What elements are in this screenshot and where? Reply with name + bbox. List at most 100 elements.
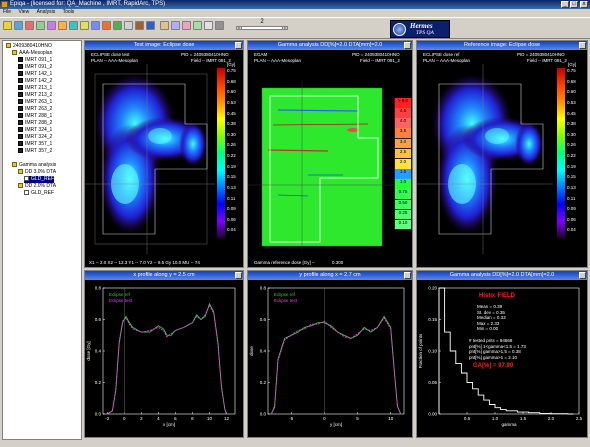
panel-menu-button[interactable] bbox=[404, 42, 411, 49]
panel-menu-button[interactable] bbox=[404, 272, 411, 279]
open-icon[interactable] bbox=[3, 21, 12, 30]
x-tick-label: 5 bbox=[356, 416, 359, 421]
info-icon[interactable] bbox=[204, 21, 213, 30]
menu-analysis[interactable]: Analysis bbox=[34, 9, 59, 16]
gamma-histogram-view[interactable]: 0.20 0.15 0.10 0.05 0.00 0.5 1.0 1.5 2.0 2.5 gamma… bbox=[417, 280, 587, 437]
reference-image-panel: Reference image: Eclipse dose ECLIPSE do… bbox=[416, 40, 588, 268]
tree-beam[interactable]: IMRT 357_2 bbox=[18, 148, 52, 155]
y-tick-label: 0.0 bbox=[260, 412, 267, 417]
y-axis-label: Fraction of points bbox=[418, 333, 423, 368]
scale-label: 1.5 bbox=[395, 169, 411, 179]
tree-beam[interactable]: IMRT 357_1 bbox=[18, 141, 52, 148]
gamma-map bbox=[248, 80, 398, 250]
tree-plan[interactable]: AAA-Mesoplan bbox=[12, 50, 52, 57]
x-tick-label: 1.5 bbox=[520, 416, 527, 421]
tree-beam[interactable]: IMRT 324_1 bbox=[18, 127, 52, 134]
test-colorbar bbox=[217, 68, 225, 238]
panel-menu-button[interactable] bbox=[579, 272, 586, 279]
compare-icon[interactable] bbox=[47, 21, 56, 30]
beam-icon bbox=[18, 141, 23, 147]
tree-beam[interactable]: IMRT 091_1 bbox=[18, 57, 52, 64]
tree-beam[interactable]: IMRT 142_1 bbox=[18, 71, 52, 78]
tree-beam[interactable]: IMRT 142_2 bbox=[18, 78, 52, 85]
save-icon[interactable] bbox=[14, 21, 23, 30]
x-profile-title: x profile along y = 2.5 cm bbox=[85, 271, 243, 280]
x-tick-label: 8 bbox=[191, 416, 194, 421]
tree-analysis[interactable]: Gamma analysis bbox=[12, 162, 56, 169]
y-profile-title: y profile along x = 2.7 cm bbox=[248, 271, 412, 280]
histo-pass-rate: GA[%] = 97.90 bbox=[473, 363, 514, 369]
reference-image-view[interactable]: ECLIPSE dose ref PID = 2409380410HNO PLA… bbox=[417, 50, 587, 267]
tree-beam[interactable]: IMRT 324_2 bbox=[18, 134, 52, 141]
maximize-button[interactable]: □ bbox=[570, 1, 578, 8]
x-tick-label: 12 bbox=[224, 416, 230, 421]
report-icon[interactable] bbox=[102, 21, 111, 30]
tree-dd2[interactable]: DD 2.0% DTA bbox=[18, 183, 56, 190]
menu-file[interactable]: File bbox=[0, 9, 14, 16]
histogram-icon[interactable] bbox=[80, 21, 89, 30]
x-tick-label: -2 bbox=[105, 416, 109, 421]
minimize-button[interactable]: _ bbox=[561, 1, 569, 8]
tree-beam[interactable]: IMRT 091_2 bbox=[18, 64, 52, 71]
scale-label: 2.5 bbox=[395, 148, 411, 159]
gamma-icon[interactable] bbox=[58, 21, 67, 30]
close-button[interactable]: x bbox=[580, 1, 588, 8]
histo-test-stat: # tested pnts = 94668 bbox=[469, 338, 513, 343]
scale-label: 0.68 bbox=[227, 78, 236, 84]
tree-beam[interactable]: IMRT 288_2 bbox=[18, 120, 52, 127]
tree-beam[interactable]: IMRT 288_1 bbox=[18, 113, 52, 120]
menu-tools[interactable]: Tools bbox=[60, 9, 78, 16]
exit-icon[interactable] bbox=[215, 21, 224, 30]
x-tick-label: 0 bbox=[323, 416, 326, 421]
page-prev-button[interactable]: < bbox=[236, 26, 242, 30]
beam-icon bbox=[18, 106, 23, 112]
tree-beam[interactable]: IMRT 213_1 bbox=[18, 85, 52, 92]
panel-menu-button[interactable] bbox=[235, 42, 242, 49]
calc-icon[interactable] bbox=[113, 21, 122, 30]
x-tick-label: -5 bbox=[289, 416, 293, 421]
gamma-info-3: PLAN -- AAA-Mesoplan bbox=[254, 58, 302, 63]
zoom-icon[interactable] bbox=[91, 21, 100, 30]
scale-label: 0.75 bbox=[567, 68, 576, 73]
image-icon[interactable] bbox=[36, 21, 45, 30]
reference-image-title: Reference image: Eclipse dose bbox=[417, 41, 587, 50]
tools-icon[interactable] bbox=[135, 21, 144, 30]
x-tick-label: 0 bbox=[123, 416, 126, 421]
layout-icon[interactable] bbox=[160, 21, 169, 30]
y-profile-chart: 0.8 0.6 0.4 0.2 0.0 -5 0 5 10 y [cm] dose Eclipse r… bbox=[249, 286, 405, 427]
tree-root[interactable]: 2409380410HNO bbox=[6, 43, 52, 50]
histo-heading: Histo: FIELD bbox=[479, 293, 515, 299]
y-tick-label: 0.2 bbox=[95, 380, 102, 385]
menu-view[interactable]: View bbox=[15, 9, 32, 16]
tree-beam[interactable]: IMRT 263_2 bbox=[18, 106, 52, 113]
page-next-button[interactable]: > bbox=[282, 26, 288, 30]
tree-beam[interactable]: IMRT 263_1 bbox=[18, 99, 52, 106]
profile-icon[interactable] bbox=[69, 21, 78, 30]
settings-icon[interactable] bbox=[124, 21, 133, 30]
panel-menu-button[interactable] bbox=[235, 272, 242, 279]
refresh-icon[interactable] bbox=[193, 21, 202, 30]
page-slider[interactable]: 2 < > bbox=[236, 19, 288, 30]
legend-ref: Eclipse ref bbox=[109, 292, 131, 297]
tree-dd2-item[interactable]: GLD_REF bbox=[24, 190, 54, 197]
y-profile-view[interactable]: 0.8 0.6 0.4 0.2 0.0 -5 0 5 10 y [cm] dose Eclipse r… bbox=[248, 280, 412, 437]
tree-dd1[interactable]: DD 3.0% DTA bbox=[18, 169, 56, 176]
gamma-map-view[interactable]: EGAM PID = 2409380410HNO PLAN -- AAA-Mes… bbox=[248, 50, 412, 267]
export-icon[interactable] bbox=[182, 21, 191, 30]
gamma-scale: > 5.0 4.5 4.0 3.5 3.0 2.5 2.0 1.5 1.0 0.75 0.50 0.2… bbox=[394, 98, 412, 230]
scale-label: 0.50 bbox=[395, 199, 411, 210]
help-icon[interactable] bbox=[146, 21, 155, 30]
histo-stat: St. dev = 0.35 bbox=[477, 309, 505, 315]
y-tick-label: 0.10 bbox=[428, 349, 437, 354]
x-profile-view[interactable]: 0.8 0.6 0.4 0.2 0.0 -2 0 2 4 6 8 10 12 x [cm] dose [Gy… bbox=[85, 280, 243, 437]
tree-dd1-item[interactable]: GLD_REF bbox=[24, 176, 55, 183]
tree-beam[interactable]: IMRT 213_2 bbox=[18, 92, 52, 99]
print-icon[interactable] bbox=[25, 21, 34, 30]
page-track[interactable] bbox=[236, 26, 288, 30]
test-image-view[interactable]: ECLIPSE dose test PID = 2409380410HNO PL… bbox=[85, 50, 243, 267]
histo-stat: Median = 0.33 bbox=[477, 315, 506, 320]
scale-label: 0.53 bbox=[227, 99, 236, 105]
grid-icon[interactable] bbox=[171, 21, 180, 30]
panel-menu-button[interactable] bbox=[579, 42, 586, 49]
patient-tree[interactable]: 2409380410HNO AAA-Mesoplan IMRT 091_1 IMR… bbox=[2, 40, 82, 440]
